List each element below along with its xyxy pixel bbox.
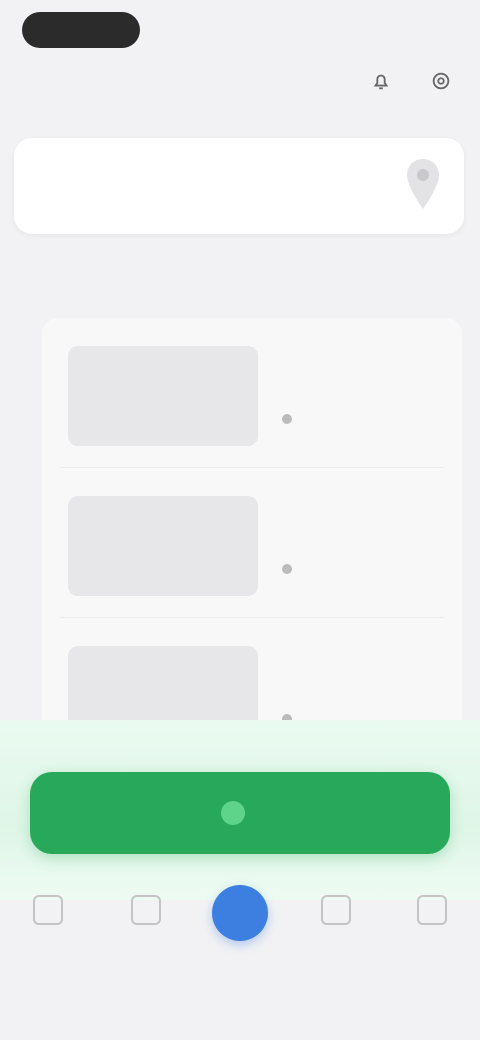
profile-icon	[417, 895, 447, 925]
nav-item-inbox[interactable]	[306, 878, 366, 948]
inbox-icon	[321, 895, 351, 925]
item-list	[42, 318, 462, 758]
status-dot	[282, 414, 292, 424]
header-subtitle	[34, 66, 174, 84]
item-meta	[282, 410, 432, 428]
nav-item-home[interactable]	[18, 878, 78, 948]
bottom-nav	[0, 878, 480, 958]
settings-icon[interactable]	[426, 66, 456, 96]
nav-item-profile[interactable]	[402, 878, 462, 948]
divider	[60, 617, 444, 618]
section-title	[58, 278, 258, 302]
primary-action-button[interactable]	[30, 772, 450, 854]
bottom-safe-area	[0, 958, 480, 1040]
status-dot	[282, 564, 292, 574]
item-thumbnail	[68, 346, 258, 446]
bell-icon[interactable]	[366, 66, 396, 96]
add-icon	[212, 885, 268, 941]
home-icon	[33, 895, 63, 925]
item-meta	[282, 560, 432, 578]
nav-item-search[interactable]	[116, 878, 176, 948]
search-icon	[131, 895, 161, 925]
nav-item-add[interactable]	[210, 878, 270, 948]
location-line-1	[22, 160, 282, 184]
map-pin-icon[interactable]	[398, 150, 448, 220]
brand-logo	[22, 12, 140, 48]
item-title	[282, 514, 432, 534]
item-thumbnail	[68, 496, 258, 596]
location-line-2	[22, 186, 172, 208]
item-title	[282, 364, 432, 384]
divider	[60, 467, 444, 468]
plus-icon	[221, 801, 245, 825]
list-item[interactable]	[42, 328, 462, 468]
item-title	[282, 664, 432, 684]
list-item[interactable]	[42, 478, 462, 618]
